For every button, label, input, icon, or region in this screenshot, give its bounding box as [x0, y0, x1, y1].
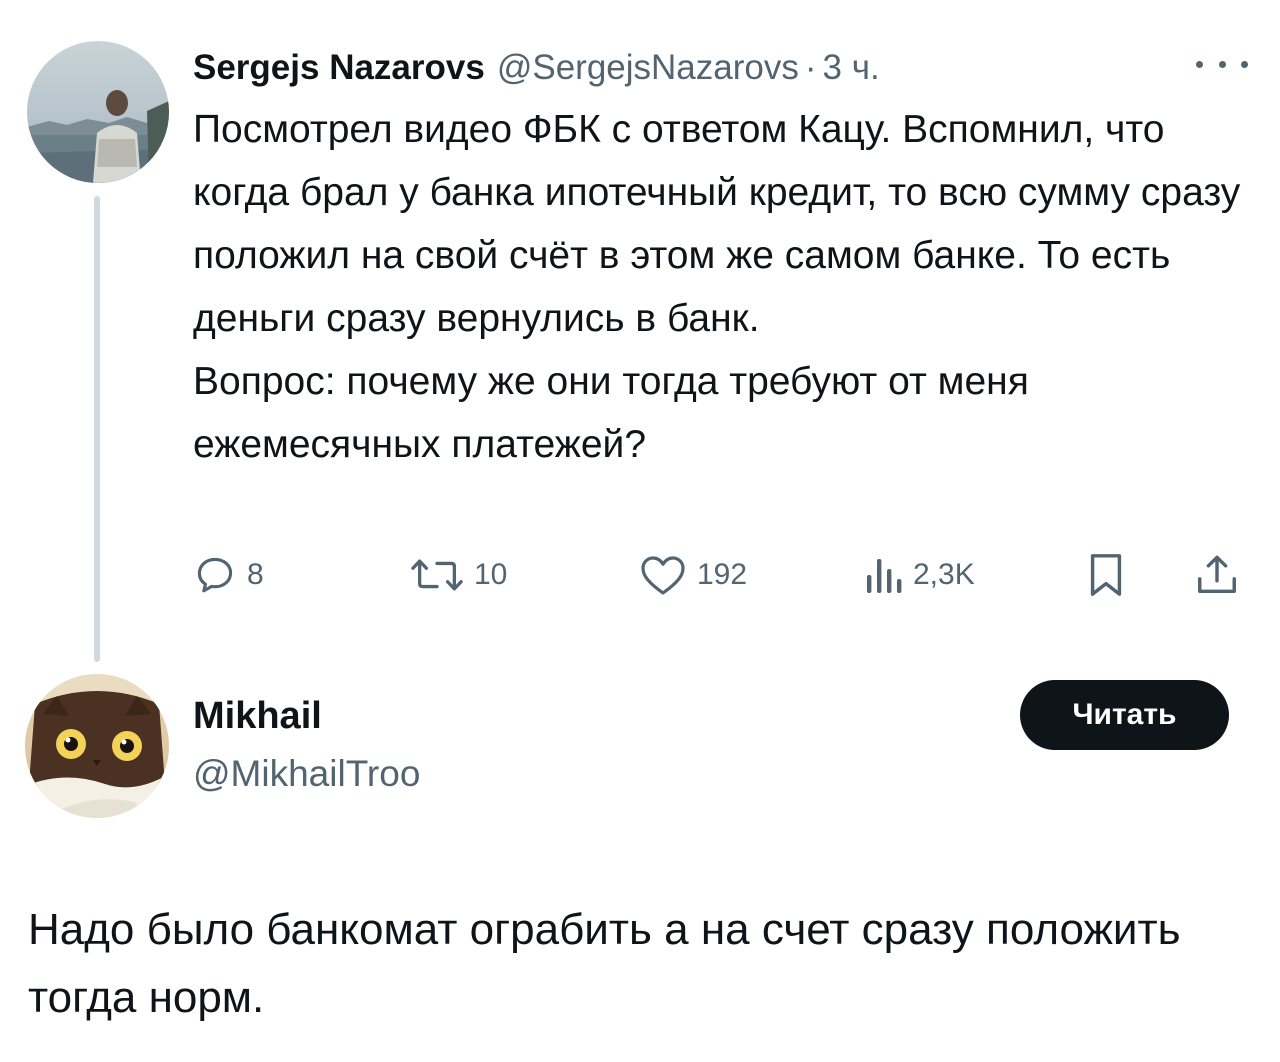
tweet2-author-name[interactable]: Mikhail — [193, 690, 322, 742]
reply-icon — [197, 557, 233, 593]
views-button[interactable]: 2,3K — [863, 545, 975, 605]
views-count: 2,3K — [913, 558, 975, 591]
tweet1-author-name[interactable]: Sergejs Nazarovs — [193, 40, 485, 96]
tweet1-text: Посмотрел видео ФБК с ответом Кацу. Вспо… — [193, 98, 1263, 476]
tweet1-header: Sergejs Nazarovs @SergejsNazarovs · 3 ч. — [193, 40, 880, 96]
more-icon[interactable] — [1196, 52, 1248, 76]
thread-connector-line — [94, 196, 100, 662]
tweet1-paragraph: Вопрос: почему же они тогда требуют от м… — [193, 360, 1029, 466]
follow-button[interactable]: Читать — [1020, 680, 1229, 750]
bookmark-button[interactable] — [1086, 545, 1126, 605]
avatar-mikhail[interactable] — [25, 674, 169, 818]
screenshot: Sergejs Nazarovs @SergejsNazarovs · 3 ч.… — [0, 0, 1280, 1062]
avatar-photo-sea — [27, 41, 169, 183]
tweet1-paragraph: Посмотрел видео ФБК с ответом Кацу. Вспо… — [193, 108, 1241, 340]
tweet2-author-handle[interactable]: @MikhailTroo — [193, 748, 420, 800]
bookmark-icon — [1090, 554, 1122, 596]
reply-button[interactable]: 8 — [193, 545, 264, 605]
tweet2-text: Надо было банкомат ограбить а на счет ср… — [28, 905, 1181, 1022]
views-icon — [867, 559, 902, 593]
share-icon — [1198, 555, 1236, 594]
tweet1-author-handle[interactable]: @SergejsNazarovs — [497, 40, 799, 96]
like-button[interactable]: 192 — [639, 545, 747, 605]
retweet-button[interactable]: 10 — [410, 545, 507, 605]
tweet1-timestamp[interactable]: 3 ч. — [823, 40, 880, 96]
avatar-sergejs[interactable] — [27, 41, 169, 183]
like-count: 192 — [697, 558, 748, 591]
like-icon — [641, 556, 685, 595]
tweet1-action-bar: 8 10 192 2,3K — [193, 545, 1253, 605]
avatar-photo-cat — [25, 674, 169, 818]
share-button[interactable] — [1193, 545, 1241, 605]
reply-count: 8 — [247, 558, 264, 591]
retweet-count: 10 — [474, 558, 508, 591]
retweet-icon — [411, 559, 463, 591]
tweet1-separator: · — [804, 48, 817, 87]
